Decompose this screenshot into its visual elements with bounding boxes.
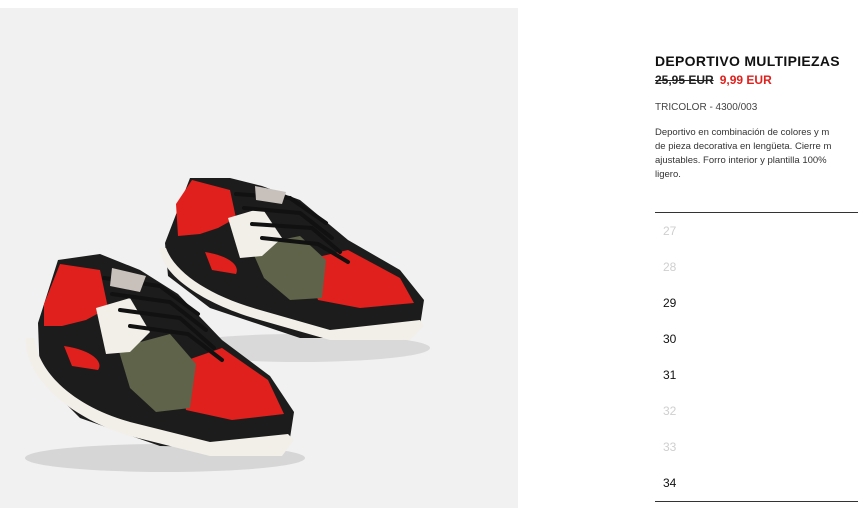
product-info: DEPORTIVO MULTIPIEZAS 25,95 EUR 9,99 EUR …	[655, 0, 858, 508]
size-option-30[interactable]: 30	[655, 321, 858, 357]
size-selector: 27 28 29 30 31 32 33 34	[655, 212, 858, 502]
size-option-33: 33	[663, 440, 677, 454]
product-description: Deportivo en combinación de colores y m …	[655, 126, 858, 182]
size-option-28: 28	[663, 260, 677, 274]
sneakers-image	[25, 178, 430, 472]
product-title: DEPORTIVO MULTIPIEZAS	[655, 53, 840, 69]
sale-price: 9,99 EUR	[719, 73, 772, 87]
size-option-31[interactable]: 31	[655, 357, 858, 393]
size-option-29[interactable]: 29	[655, 285, 858, 321]
product-image[interactable]	[0, 8, 518, 508]
description-line: ajustables. Forro interior y plantilla 1…	[655, 155, 827, 166]
price-block: 25,95 EUR 9,99 EUR	[655, 73, 772, 87]
size-option-34[interactable]: 34	[655, 465, 858, 501]
color-reference: TRICOLOR - 4300/003	[655, 102, 758, 113]
old-price: 25,95 EUR	[655, 73, 714, 87]
description-line: de pieza decorativa en lengüeta. Cierre …	[655, 141, 832, 152]
description-line: ligero.	[655, 169, 681, 180]
size-option-27: 27	[663, 224, 677, 238]
size-option-32: 32	[663, 404, 677, 418]
description-line: Deportivo en combinación de colores y m	[655, 127, 830, 138]
